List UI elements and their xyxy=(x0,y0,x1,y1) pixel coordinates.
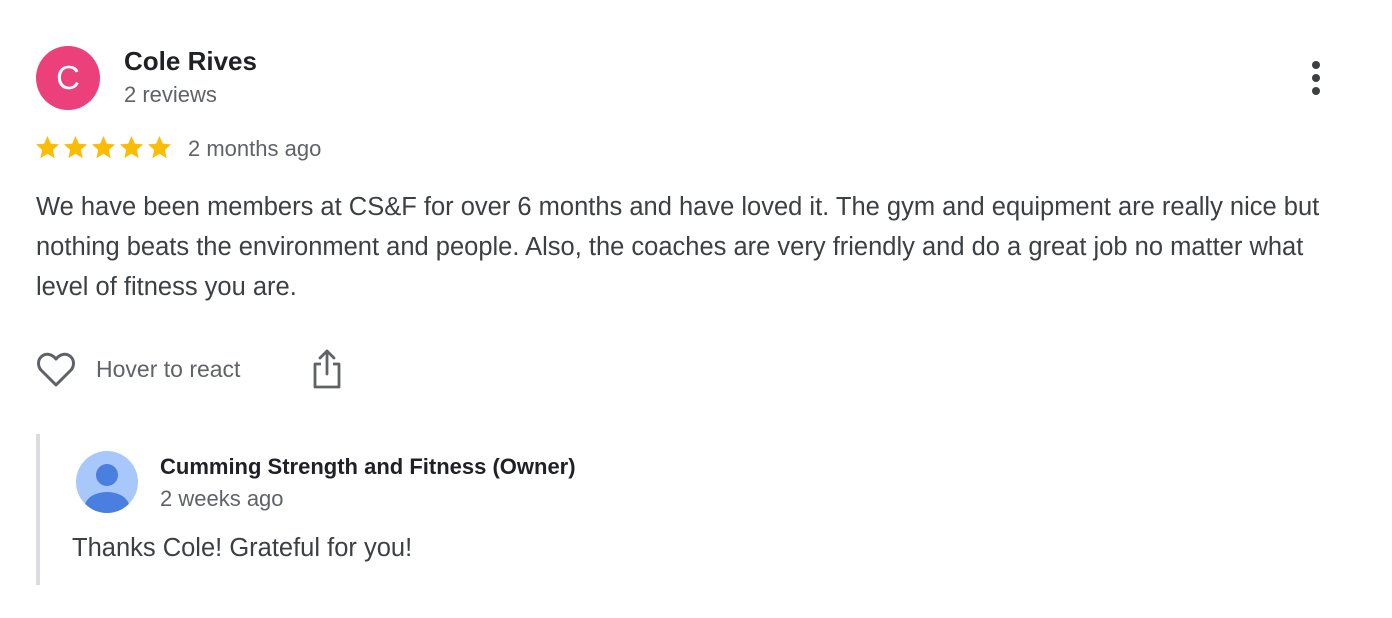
owner-reply-date: 2 weeks ago xyxy=(160,486,284,511)
heart-icon[interactable] xyxy=(35,349,77,391)
react-label[interactable]: Hover to react xyxy=(96,356,240,383)
owner-name: Cumming Strength and Fitness (Owner) xyxy=(160,454,576,479)
star-icon xyxy=(63,136,88,159)
star-icon xyxy=(119,136,144,159)
owner-reply-text: Thanks Cole! Grateful for you! xyxy=(72,534,413,562)
review-text: We have been members at CS&F for over 6 … xyxy=(36,193,1320,301)
owner-reply: Cumming Strength and Fitness (Owner) 2 w… xyxy=(36,434,1340,585)
star-rating xyxy=(34,134,173,161)
star-icon xyxy=(35,136,60,159)
owner-avatar xyxy=(76,451,138,513)
reviewer-review-count: 2 reviews xyxy=(124,82,217,107)
review-card: C Cole Rives 2 reviews 2 months ago We h… xyxy=(0,0,1392,618)
star-icon xyxy=(91,136,116,159)
reviewer-initial: C xyxy=(56,59,80,96)
more-options-button[interactable] xyxy=(1296,58,1336,98)
share-icon[interactable] xyxy=(310,348,344,390)
more-vert-icon xyxy=(1312,61,1320,95)
review-date: 2 months ago xyxy=(188,136,322,161)
reviewer-avatar[interactable]: C xyxy=(36,46,100,110)
person-icon xyxy=(85,464,129,513)
star-icon xyxy=(147,136,172,159)
reviewer-name[interactable]: Cole Rives xyxy=(124,46,257,77)
